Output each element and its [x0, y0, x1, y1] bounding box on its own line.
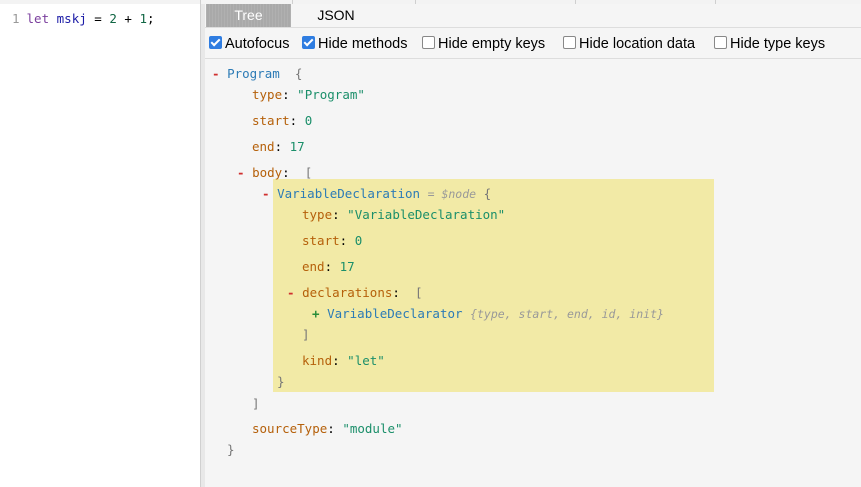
open-brace: {	[294, 66, 303, 81]
program-start-property: start: 0	[252, 113, 313, 128]
number-token: 1	[139, 11, 147, 26]
program-body-property[interactable]: - body: [	[237, 165, 312, 180]
property-key[interactable]: body	[252, 165, 282, 180]
vardecl-end-property: end: 17	[302, 259, 355, 274]
property-value: 17	[339, 259, 355, 274]
node-reference-hint: = $node	[427, 187, 477, 201]
program-type-property: type: "Program"	[252, 87, 365, 102]
property-value: "let"	[347, 353, 385, 368]
vardecl-type-property: type: "VariableDeclaration"	[302, 207, 506, 222]
property-key: sourceType	[252, 421, 328, 436]
ast-panel: Tree JSON Autofocus Hide methods Hide em…	[205, 4, 861, 487]
property-value: 17	[289, 139, 305, 154]
variable-declaration-name[interactable]: VariableDeclaration	[277, 186, 420, 201]
property-key: end	[252, 139, 275, 154]
program-sourcetype-property: sourceType: "module"	[252, 421, 403, 436]
property-key: start	[252, 113, 290, 128]
property-key: kind	[302, 353, 333, 368]
variable-declarator-name[interactable]: VariableDeclarator	[327, 306, 462, 321]
property-value: 0	[354, 233, 363, 248]
property-key[interactable]: declarations	[302, 285, 392, 300]
property-key: type	[302, 207, 333, 222]
variable-declarator-collapsed[interactable]: + VariableDeclarator {type, start, end, …	[312, 306, 664, 321]
property-key: end	[302, 259, 325, 274]
program-close-brace: }	[227, 442, 235, 457]
collapse-toggle[interactable]: -	[237, 165, 245, 180]
program-node-name[interactable]: Program	[227, 66, 280, 81]
operator-token: +	[124, 11, 132, 26]
code-editor[interactable]: 1 let mskj = 2 + 1;	[0, 4, 200, 487]
program-node-header[interactable]: - Program {	[212, 66, 302, 81]
collapse-toggle[interactable]: -	[212, 66, 220, 81]
vardecl-close-brace: }	[277, 374, 285, 389]
collapse-toggle[interactable]: -	[287, 285, 295, 300]
open-bracket: [	[304, 165, 313, 180]
property-value: "VariableDeclaration"	[347, 207, 506, 222]
expand-toggle[interactable]: +	[312, 306, 320, 321]
ast-tree: - Program { type: "Program" start: 0 end…	[205, 4, 861, 487]
program-end-property: end: 17	[252, 139, 305, 154]
property-key: start	[302, 233, 340, 248]
property-value: 0	[304, 113, 313, 128]
operator-token: =	[94, 11, 102, 26]
vardecl-declarations-property[interactable]: - declarations: [	[287, 285, 422, 300]
variable-declaration-header[interactable]: - VariableDeclaration = $node {	[262, 186, 491, 201]
line-number: 1	[12, 11, 20, 26]
collapse-toggle[interactable]: -	[262, 186, 270, 201]
semicolon-token: ;	[147, 11, 155, 26]
node-summary: {type, start, end, id, init}	[470, 307, 664, 321]
declarations-close-bracket: ]	[302, 327, 310, 342]
open-brace: {	[483, 186, 492, 201]
code-line-1[interactable]: 1 let mskj = 2 + 1;	[12, 11, 155, 26]
vardecl-kind-property: kind: "let"	[302, 353, 385, 368]
number-token: 2	[109, 11, 117, 26]
vardecl-start-property: start: 0	[302, 233, 363, 248]
open-bracket: [	[414, 285, 423, 300]
property-value: "module"	[342, 421, 403, 436]
identifier-token: mskj	[56, 11, 87, 26]
body-close-bracket: ]	[252, 396, 260, 411]
property-value: "Program"	[297, 87, 365, 102]
keyword-token: let	[26, 11, 50, 26]
property-key: type	[252, 87, 283, 102]
